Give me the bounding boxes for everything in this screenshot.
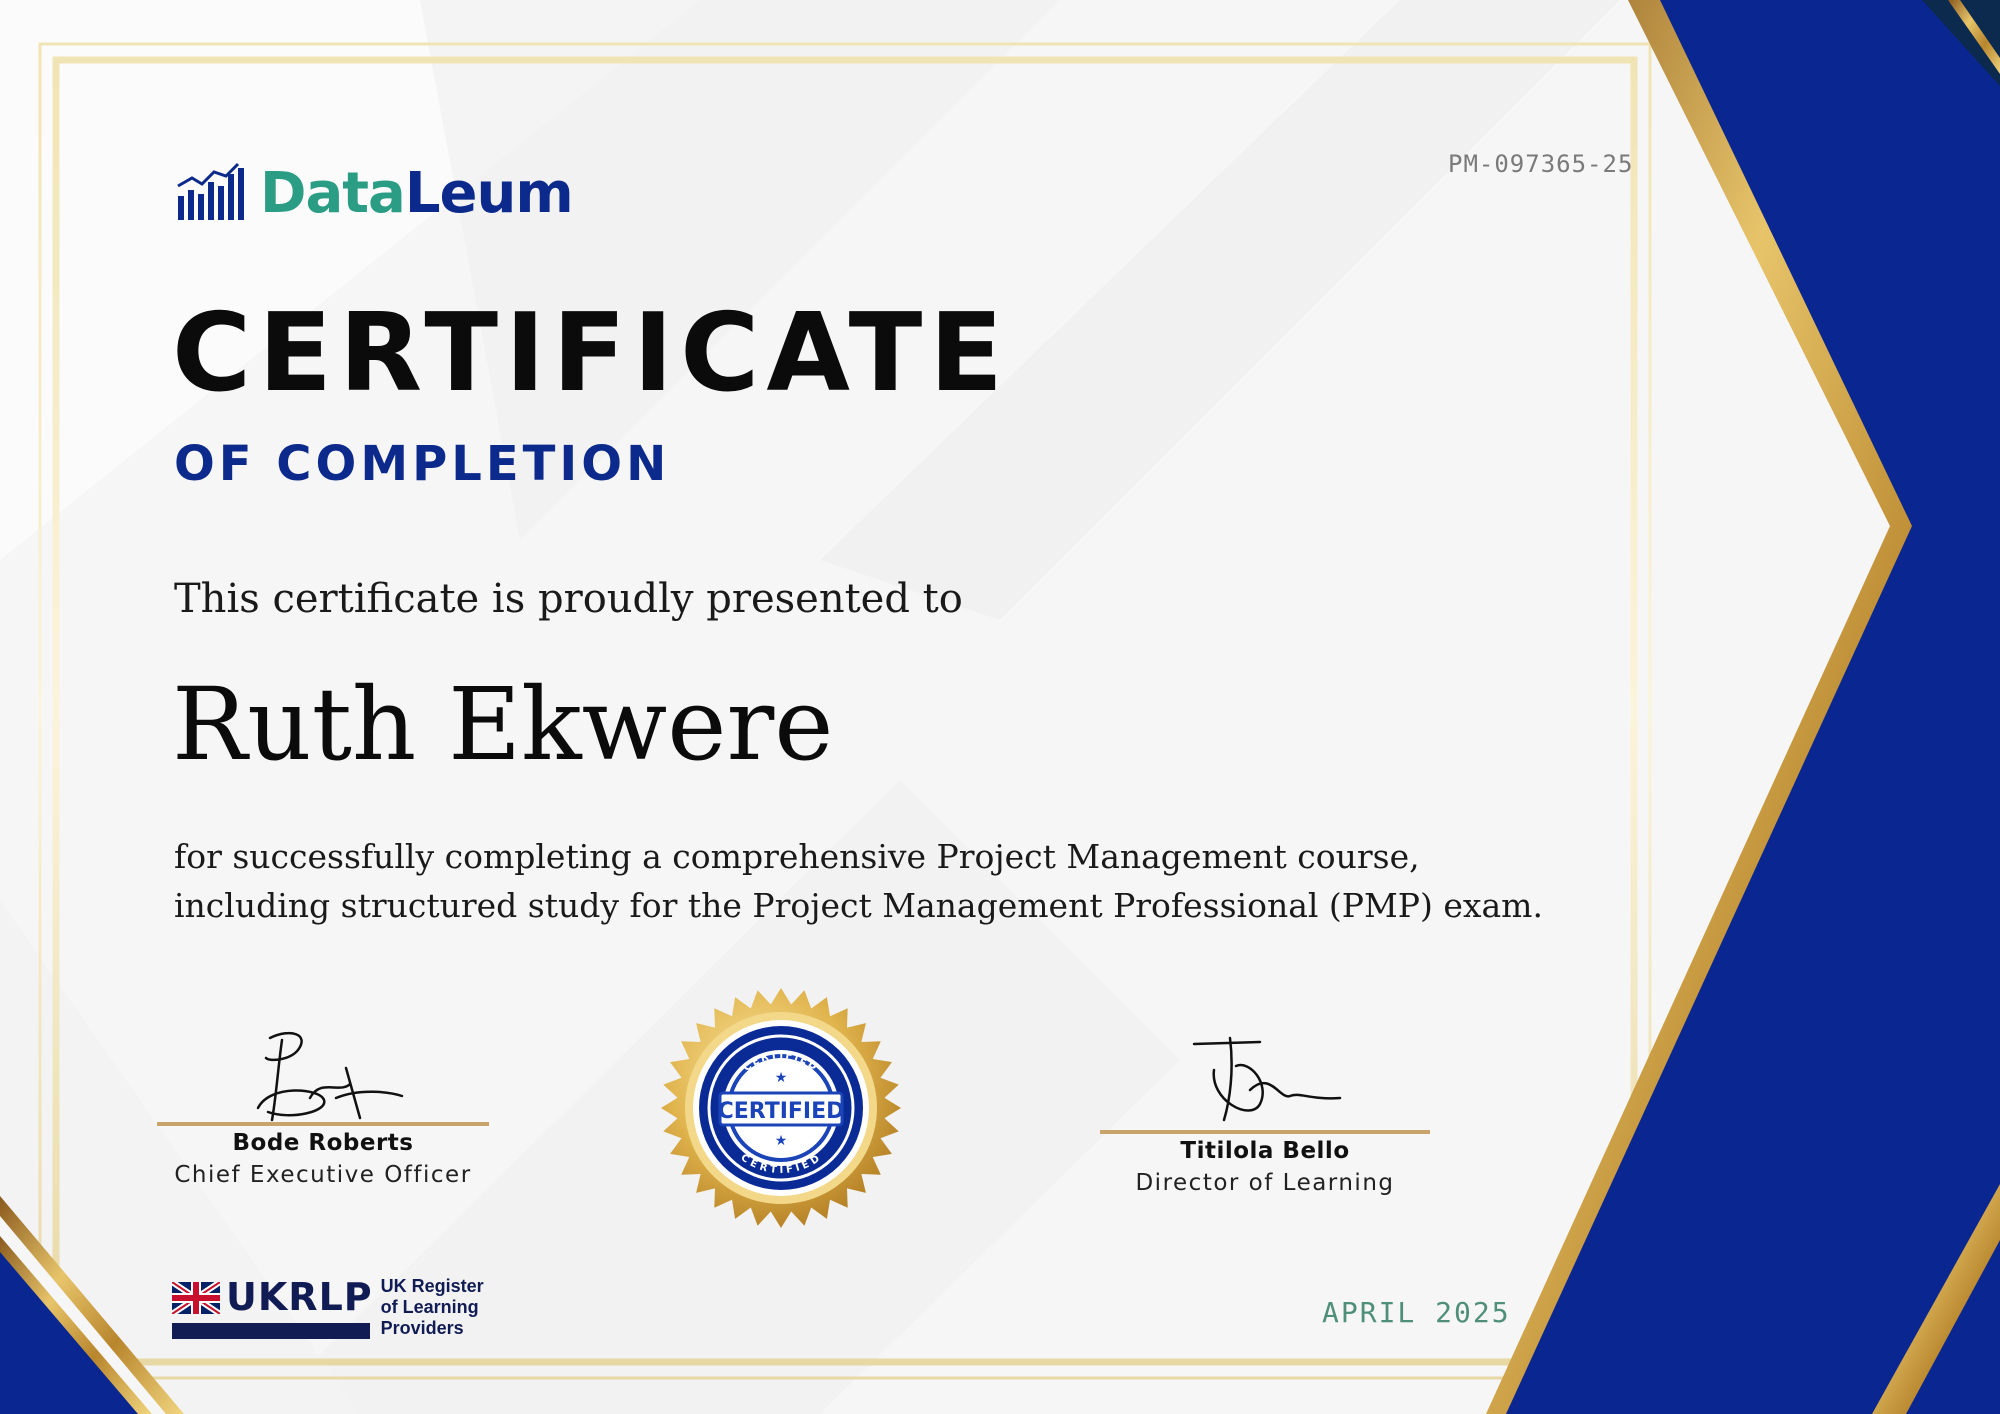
seal-icon: CERTIFIED CERTIFIED ★ ★ CERTIFIED (661, 988, 901, 1228)
uk-flag-icon (172, 1282, 220, 1314)
star-icon: ★ (775, 1132, 788, 1148)
ukrlp-line-1: UK Register (380, 1276, 484, 1296)
certificate-title: CERTIFICATE (172, 291, 1011, 416)
star-icon: ★ (775, 1069, 788, 1085)
logo-text-data: Data (260, 161, 406, 226)
certificate-description: for successfully completing a comprehens… (174, 832, 1674, 930)
signatory-2: Titilola Bello Director of Learning (1100, 1130, 1430, 1196)
ukrlp-accreditation: UKRLP UK Register of Learning Providers (172, 1275, 484, 1339)
ukrlp-underline (172, 1323, 370, 1339)
description-line-1: for successfully completing a comprehens… (174, 837, 1420, 876)
signature-titilola-bello (1192, 1036, 1342, 1122)
ukrlp-name: UKRLP (226, 1275, 373, 1319)
signatory-role: Director of Learning (1135, 1170, 1395, 1196)
signatory-name: Bode Roberts (232, 1130, 414, 1156)
signatory-1: Bode Roberts Chief Executive Officer (157, 1122, 489, 1188)
certificate-id: PM-097365-25 (1448, 150, 1634, 178)
signatory-name: Titilola Bello (1180, 1138, 1350, 1164)
seal-label: CERTIFIED (718, 1099, 845, 1124)
ukrlp-line-3: Providers (380, 1318, 464, 1338)
signature-line (1100, 1130, 1430, 1134)
signatory-role: Chief Executive Officer (174, 1162, 472, 1188)
logo-text-leum: Leum (404, 161, 574, 226)
ukrlp-line-2: of Learning (380, 1297, 479, 1317)
bar-chart-logo-icon (177, 162, 244, 220)
signature-bode-roberts (256, 1031, 404, 1122)
recipient-name: Ruth Ekwere (172, 666, 834, 783)
presented-text: This certificate is proudly presented to (174, 576, 963, 622)
dataleum-logo: Data Leum (174, 152, 574, 226)
issue-date: APRIL 2025 (1322, 1296, 1511, 1329)
certificate-subtitle: OF COMPLETION (174, 436, 671, 492)
description-line-2: including structured study for the Proje… (174, 886, 1543, 925)
signature-line (157, 1122, 489, 1126)
